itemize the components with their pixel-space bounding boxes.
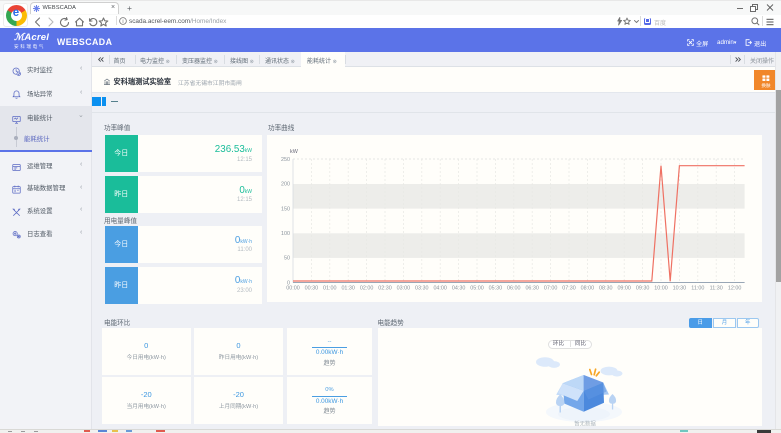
svg-text:02:00: 02:00 (360, 286, 374, 292)
svg-text:250: 250 (281, 157, 290, 163)
svg-text:06:00: 06:00 (507, 286, 521, 292)
svg-text:07:30: 07:30 (562, 286, 576, 292)
svg-text:50: 50 (284, 256, 290, 262)
svg-text:200: 200 (281, 182, 290, 188)
svg-text:12:00: 12:00 (728, 286, 742, 292)
svg-text:00:30: 00:30 (305, 286, 319, 292)
svg-text:100: 100 (281, 231, 290, 237)
svg-text:i: i (122, 19, 123, 25)
svg-text:01:00: 01:00 (323, 286, 337, 292)
svg-text:02:30: 02:30 (378, 286, 392, 292)
svg-text:09:30: 09:30 (636, 286, 650, 292)
svg-text:09:00: 09:00 (617, 286, 631, 292)
svg-text:150: 150 (281, 206, 290, 212)
svg-text:05:00: 05:00 (470, 286, 484, 292)
svg-text:08:30: 08:30 (599, 286, 613, 292)
svg-text:11:00: 11:00 (691, 286, 704, 292)
svg-text:03:00: 03:00 (397, 286, 411, 292)
svg-text:08:00: 08:00 (581, 286, 595, 292)
svg-text:00:00: 00:00 (286, 286, 300, 292)
svg-text:10:00: 10:00 (654, 286, 668, 292)
svg-text:01:30: 01:30 (341, 286, 355, 292)
svg-text:06:30: 06:30 (525, 286, 539, 292)
svg-text:03:30: 03:30 (415, 286, 429, 292)
svg-text:04:30: 04:30 (452, 286, 466, 292)
svg-text:kW: kW (290, 149, 299, 155)
svg-text:11:30: 11:30 (710, 286, 723, 292)
svg-text:05:30: 05:30 (489, 286, 503, 292)
svg-text:04:00: 04:00 (433, 286, 447, 292)
svg-text:07:00: 07:00 (544, 286, 558, 292)
svg-text:10:30: 10:30 (673, 286, 687, 292)
